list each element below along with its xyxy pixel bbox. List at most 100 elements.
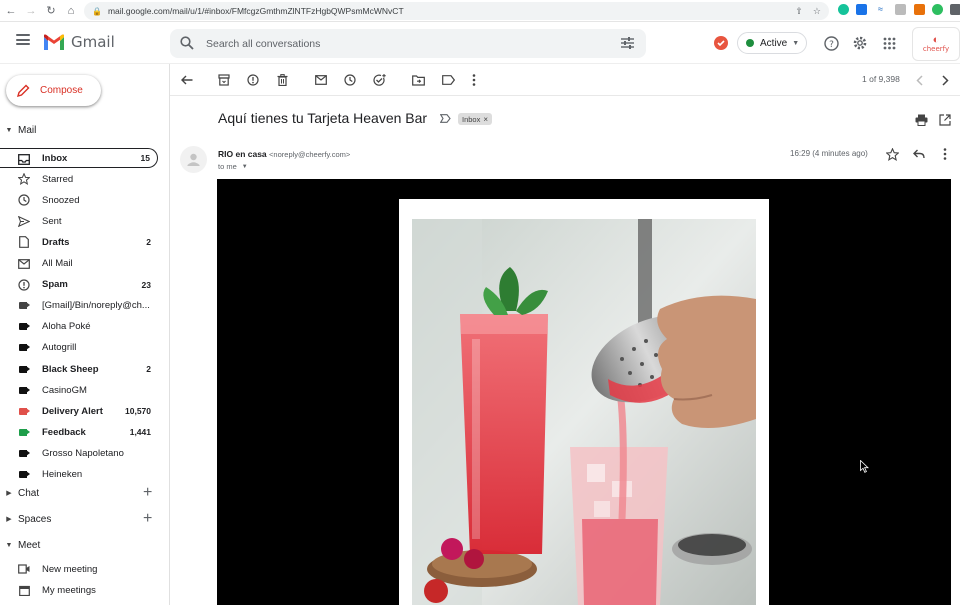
snooze-clock-icon[interactable]	[342, 72, 358, 88]
new-meeting-item[interactable]: New meeting	[0, 559, 158, 579]
newer-chevron-left-icon[interactable]	[911, 72, 927, 88]
archive-icon[interactable]	[216, 72, 232, 88]
sidebar-item-all-mail[interactable]: All Mail	[0, 254, 158, 274]
move-to-folder-icon[interactable]	[410, 72, 426, 88]
sidebar-item-feedback[interactable]: Feedback 1,441	[0, 422, 158, 442]
compose-label: Compose	[40, 85, 83, 96]
apps-grid-icon[interactable]	[880, 34, 898, 52]
label-tag-shape	[18, 323, 30, 331]
label-icon	[18, 363, 30, 375]
mail-section-header[interactable]: ▼ Mail	[0, 121, 170, 139]
sidebar-item-casinogm[interactable]: CasinoGM	[0, 380, 158, 400]
sidebar-item-grosso-napoletano[interactable]: Grosso Napoletano	[0, 443, 158, 463]
reload-icon[interactable]: ↻	[42, 2, 60, 20]
sidebar-item-drafts[interactable]: Drafts 2	[0, 232, 158, 252]
search-icon[interactable]	[180, 36, 194, 50]
star-icon[interactable]	[883, 145, 901, 163]
share-icon[interactable]: ⇧	[795, 6, 803, 17]
video-icon	[18, 563, 30, 575]
message-more-options-icon[interactable]	[936, 145, 954, 163]
sidebar-item-starred[interactable]: Starred	[0, 169, 158, 189]
sidebar-item-snoozed[interactable]: Snoozed	[0, 190, 158, 210]
add-task-icon[interactable]	[371, 72, 387, 88]
gmail-logo[interactable]: Gmail	[43, 33, 115, 51]
open-new-window-icon[interactable]	[936, 111, 954, 129]
home-icon[interactable]: ⌂	[62, 2, 80, 20]
older-chevron-right-icon[interactable]	[937, 72, 953, 88]
extension-blue-icon[interactable]	[856, 4, 867, 15]
email-body	[217, 179, 951, 605]
sidebar-item-inbox[interactable]: Inbox 15	[0, 148, 158, 168]
status-dropdown[interactable]: Active ▼	[737, 32, 807, 54]
sender-avatar[interactable]	[180, 146, 207, 173]
recipient-details[interactable]: to me ▼	[218, 162, 248, 171]
remove-label-close-icon[interactable]: ×	[483, 115, 488, 124]
label-tag-shape	[18, 471, 30, 478]
label-icon	[18, 426, 30, 438]
details-dropdown-icon[interactable]: ▼	[242, 164, 248, 170]
status-app-icon[interactable]	[712, 34, 730, 52]
label-icon	[18, 300, 30, 312]
inbox-icon	[18, 153, 30, 165]
sidebar-item-sent[interactable]: Sent	[0, 211, 158, 231]
bookmark-star-icon[interactable]: ☆	[813, 6, 821, 17]
url-text: mail.google.com/mail/u/1/#inbox/FMfcgzGm…	[107, 6, 404, 16]
new-space-plus-icon[interactable]: +	[143, 511, 152, 527]
pagination-count: 1 of 9,398	[862, 74, 900, 84]
spaces-section-header[interactable]: ▶ Spaces +	[0, 510, 170, 528]
search-bar[interactable]: Search all conversations	[170, 29, 646, 58]
new-meeting-label: New meeting	[42, 563, 98, 575]
importance-marker-icon[interactable]	[440, 114, 451, 123]
my-meetings-item[interactable]: My meetings	[0, 580, 158, 600]
label-tag-icon[interactable]	[440, 72, 456, 88]
sidebar: Compose ▼ Mail Inbox 15 Starred Snoozed Sent…	[0, 64, 170, 605]
new-chat-plus-icon[interactable]: +	[143, 485, 152, 501]
person-placeholder-icon	[187, 153, 200, 166]
mark-unread-envelope-icon[interactable]	[313, 72, 329, 88]
report-spam-icon[interactable]	[245, 72, 261, 88]
email-content-card	[399, 199, 769, 605]
cheerfy-c-icon: ◐	[932, 34, 940, 46]
chat-section-header[interactable]: ▶ Chat +	[0, 484, 170, 502]
sidebar-item-aloha-pok[interactable]: Aloha Poké	[0, 317, 158, 337]
back-arrow-icon[interactable]: ←	[2, 2, 20, 20]
sidebar-item-delivery-alert[interactable]: Delivery Alert 10,570	[0, 401, 158, 421]
address-bar[interactable]: 🔒 mail.google.com/mail/u/1/#inbox/FMfcgz…	[84, 2, 829, 20]
spaces-section-label: Spaces	[18, 513, 52, 525]
chevron-down-icon: ▼	[792, 39, 800, 47]
help-icon[interactable]: ?	[822, 34, 840, 52]
inbox-label-chip[interactable]: Inbox ×	[458, 113, 493, 125]
forward-arrow-icon[interactable]: →	[22, 2, 40, 20]
sender-name[interactable]: RIO en casa	[218, 149, 267, 159]
extension-calendar-icon[interactable]	[914, 4, 925, 15]
extension-wave-icon[interactable]: ≈	[875, 4, 886, 15]
back-to-inbox-arrow-icon[interactable]	[179, 72, 195, 88]
sidebar-item-label: Grosso Napoletano	[42, 447, 124, 459]
main-menu-icon[interactable]	[16, 34, 30, 45]
sidebar-item-autogrill[interactable]: Autogrill	[0, 338, 158, 358]
grammarly-extension-icon[interactable]	[838, 4, 849, 15]
reply-arrow-icon[interactable]	[910, 145, 928, 163]
gmail-wordmark: Gmail	[71, 33, 115, 51]
search-options-icon[interactable]	[621, 37, 634, 49]
evernote-extension-icon[interactable]	[932, 4, 943, 15]
sidebar-item-label: Black Sheep	[42, 363, 99, 375]
more-options-vertical-icon[interactable]	[466, 72, 482, 88]
label-icon	[18, 384, 30, 396]
compose-button[interactable]: Compose	[6, 75, 101, 106]
delete-trash-icon[interactable]	[274, 72, 290, 88]
sidebar-item-black-sheep[interactable]: Black Sheep 2	[0, 359, 158, 379]
print-icon[interactable]	[912, 111, 930, 129]
extension-grey-icon[interactable]	[895, 4, 906, 15]
settings-gear-icon[interactable]	[851, 34, 869, 52]
label-tag-shape	[18, 365, 30, 373]
sidebar-item-spam[interactable]: Spam 23	[0, 275, 158, 295]
sidebar-item-heineken[interactable]: Heineken	[0, 465, 158, 485]
sidebar-item-gmail-bin-noreply-ch[interactable]: [Gmail]/Bin/noreply@ch...	[0, 296, 158, 316]
search-input[interactable]: Search all conversations	[206, 38, 320, 50]
meet-section-header[interactable]: ▼ Meet	[0, 536, 170, 554]
puzzle-extension-icon[interactable]	[950, 4, 960, 15]
email-subject: Aquí tienes tu Tarjeta Heaven Bar	[218, 110, 428, 126]
account-logo[interactable]: ◐ cheerfy	[912, 27, 960, 61]
gmail-header: Gmail Search all conversations Active ▼ …	[0, 22, 960, 64]
